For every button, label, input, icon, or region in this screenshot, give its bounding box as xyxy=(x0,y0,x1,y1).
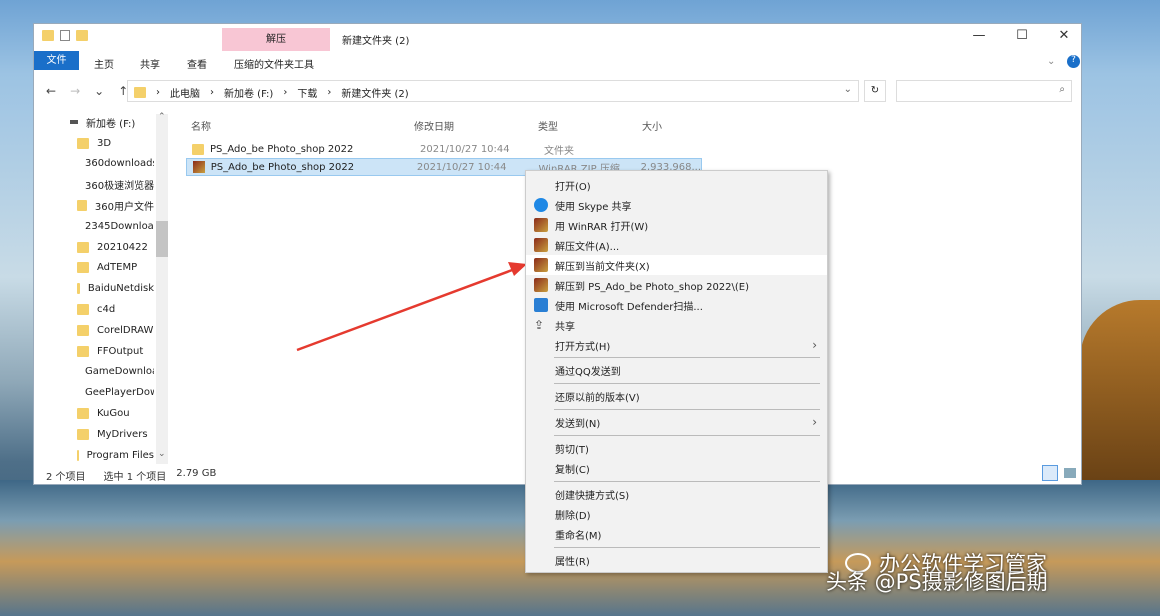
menu-item-label: 发送到(N) xyxy=(555,418,601,430)
menu-item-label: 创建快捷方式(S) xyxy=(555,490,630,502)
menu-item-properties[interactable]: 属性(R) xyxy=(526,550,827,570)
menu-item-open-with-winrar[interactable]: 用 WinRAR 打开(W) xyxy=(526,215,827,235)
menu-item-send-via-qq[interactable]: 通过QQ发送到 xyxy=(526,360,827,380)
menu-item-label: 打开(O) xyxy=(555,181,591,193)
menu-item-label: 剪切(T) xyxy=(555,444,589,456)
menu-item-send-to[interactable]: 发送到(N) › xyxy=(526,412,827,432)
menu-item-create-shortcut[interactable]: 创建快捷方式(S) xyxy=(526,484,827,504)
menu-item-extract-here[interactable]: 解压到当前文件夹(X) xyxy=(526,255,827,275)
menu-item-extract-files[interactable]: 解压文件(A)... xyxy=(526,235,827,255)
menu-item-cut[interactable]: 剪切(T) xyxy=(526,438,827,458)
menu-item-label: 解压文件(A)... xyxy=(555,241,620,253)
submenu-chevron-icon: › xyxy=(812,338,817,352)
menu-item-label: 还原以前的版本(V) xyxy=(555,392,640,404)
watermark-bottom: 头条 @PS摄影修图后期 xyxy=(826,570,1048,594)
menu-separator xyxy=(554,357,820,358)
defender-icon xyxy=(534,298,548,312)
menu-separator xyxy=(554,435,820,436)
menu-item-label: 共享 xyxy=(555,321,575,333)
menu-item-scan-defender[interactable]: 使用 Microsoft Defender扫描... xyxy=(526,295,827,315)
winrar-icon xyxy=(534,218,548,232)
share-icon: ⇪ xyxy=(534,318,545,332)
winrar-icon xyxy=(534,278,548,292)
menu-item-label: 使用 Skype 共享 xyxy=(555,201,632,213)
menu-item-open[interactable]: 打开(O) xyxy=(526,175,827,195)
menu-item-copy[interactable]: 复制(C) xyxy=(526,458,827,478)
menu-item-label: 解压到当前文件夹(X) xyxy=(555,261,650,273)
menu-item-delete[interactable]: 删除(D) xyxy=(526,504,827,524)
menu-item-label: 复制(C) xyxy=(555,464,590,476)
menu-item-open-with[interactable]: 打开方式(H) › xyxy=(526,335,827,355)
menu-item-share-skype[interactable]: 使用 Skype 共享 xyxy=(526,195,827,215)
menu-item-label: 使用 Microsoft Defender扫描... xyxy=(555,301,703,313)
menu-item-label: 通过QQ发送到 xyxy=(555,366,621,378)
winrar-icon xyxy=(534,258,548,272)
menu-item-extract-to-folder[interactable]: 解压到 PS_Ado_be Photo_shop 2022\(E) xyxy=(526,275,827,295)
menu-separator xyxy=(554,481,820,482)
menu-item-label: 属性(R) xyxy=(555,556,590,568)
menu-item-share[interactable]: ⇪ 共享 xyxy=(526,315,827,335)
menu-item-label: 用 WinRAR 打开(W) xyxy=(555,221,649,233)
menu-separator xyxy=(554,383,820,384)
menu-item-label: 解压到 PS_Ado_be Photo_shop 2022\(E) xyxy=(555,281,750,293)
winrar-icon xyxy=(534,238,548,252)
menu-item-restore-previous-versions[interactable]: 还原以前的版本(V) xyxy=(526,386,827,406)
menu-item-label: 打开方式(H) xyxy=(555,341,611,353)
menu-item-label: 删除(D) xyxy=(555,510,591,522)
skype-icon xyxy=(534,198,548,212)
submenu-chevron-icon: › xyxy=(812,415,817,429)
menu-item-rename[interactable]: 重命名(M) xyxy=(526,524,827,544)
menu-item-label: 重命名(M) xyxy=(555,530,602,542)
context-menu: 打开(O) 使用 Skype 共享用 WinRAR 打开(W) 解压文件(A)...… xyxy=(525,170,828,573)
menu-separator xyxy=(554,409,820,410)
menu-separator xyxy=(554,547,820,548)
